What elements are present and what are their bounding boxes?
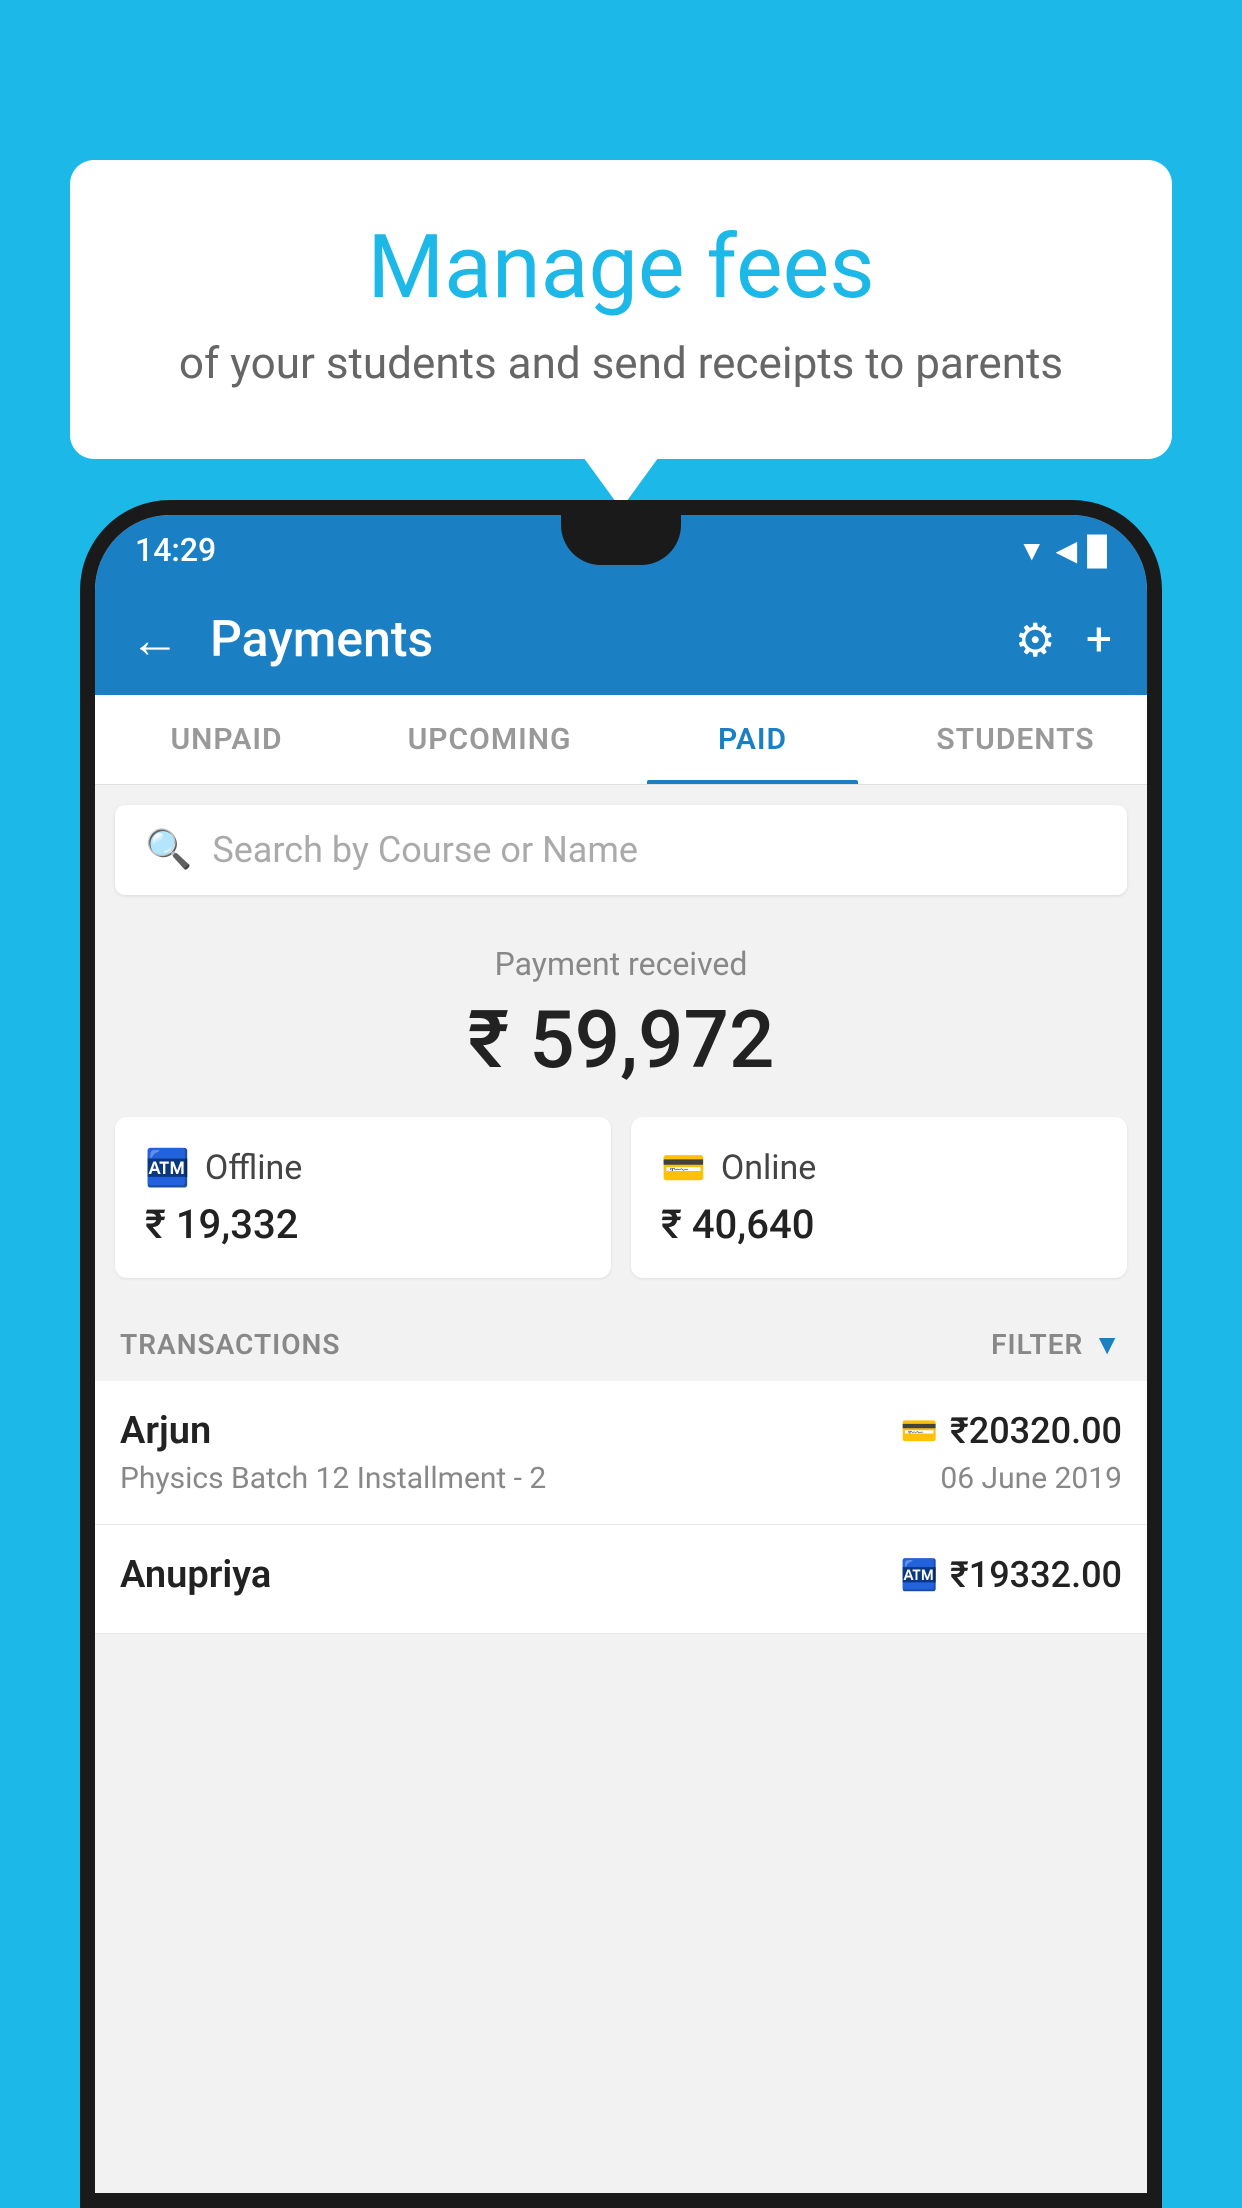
transactions-header: TRANSACTIONS FILTER ▼ <box>95 1308 1147 1381</box>
search-bar[interactable]: 🔍 Search by Course or Name <box>115 805 1127 895</box>
offline-card-header: 🏧 Offline <box>145 1147 581 1189</box>
search-placeholder: Search by Course or Name <box>212 829 638 871</box>
online-icon: 💳 <box>661 1147 706 1189</box>
filter-icon: ▼ <box>1093 1328 1122 1361</box>
app-bar: ← Payments ⚙ + <box>95 585 1147 695</box>
filter-label: FILTER <box>991 1328 1083 1361</box>
phone-notch <box>561 515 681 565</box>
filter-button[interactable]: FILTER ▼ <box>991 1328 1122 1361</box>
transaction-amount-row: 🏧 ₹19332.00 <box>901 1554 1122 1596</box>
wifi-icon: ▼ <box>1018 534 1046 567</box>
app-bar-title: Payments <box>210 611 985 669</box>
payment-summary: Payment received ₹ 59,972 <box>95 915 1147 1117</box>
payment-cards: 🏧 Offline ₹ 19,332 💳 Online ₹ 40,640 <box>95 1117 1147 1308</box>
payment-received-label: Payment received <box>115 945 1127 983</box>
transaction-item[interactable]: Anupriya 🏧 ₹19332.00 <box>95 1525 1147 1634</box>
tab-students[interactable]: STUDENTS <box>884 695 1147 784</box>
tab-unpaid[interactable]: UNPAID <box>95 695 358 784</box>
search-icon: 🔍 <box>145 828 192 872</box>
transaction-item[interactable]: Arjun 💳 ₹20320.00 Physics Batch 12 Insta… <box>95 1381 1147 1525</box>
main-title: Manage fees <box>150 220 1092 317</box>
transaction-row2: Physics Batch 12 Installment - 2 06 June… <box>120 1461 1122 1496</box>
settings-icon[interactable]: ⚙ <box>1015 613 1056 668</box>
transaction-amount: ₹20320.00 <box>950 1410 1122 1452</box>
transaction-row1: Anupriya 🏧 ₹19332.00 <box>120 1553 1122 1597</box>
online-card: 💳 Online ₹ 40,640 <box>631 1117 1127 1278</box>
phone-screen: 14:29 ▼ ◀ █ ← Payments ⚙ + UNPAID UPCOMI… <box>95 515 1147 2193</box>
payment-type-icon: 💳 <box>901 1414 938 1449</box>
status-bar: 14:29 ▼ ◀ █ <box>95 515 1147 585</box>
payment-type-icon: 🏧 <box>901 1558 938 1593</box>
status-time: 14:29 <box>135 531 216 569</box>
offline-amount: ₹ 19,332 <box>145 1201 581 1248</box>
transactions-label: TRANSACTIONS <box>120 1328 340 1361</box>
phone-frame: 14:29 ▼ ◀ █ ← Payments ⚙ + UNPAID UPCOMI… <box>80 500 1162 2208</box>
online-card-header: 💳 Online <box>661 1147 1097 1189</box>
signal-icon: ◀ <box>1056 534 1078 567</box>
speech-bubble: Manage fees of your students and send re… <box>70 160 1172 459</box>
status-icons: ▼ ◀ █ <box>1018 534 1107 567</box>
back-button[interactable]: ← <box>130 611 180 670</box>
transaction-name: Anupriya <box>120 1553 271 1597</box>
speech-bubble-container: Manage fees of your students and send re… <box>70 160 1172 459</box>
transaction-amount: ₹19332.00 <box>950 1554 1122 1596</box>
tab-upcoming[interactable]: UPCOMING <box>358 695 621 784</box>
transaction-row1: Arjun 💳 ₹20320.00 <box>120 1409 1122 1453</box>
online-amount: ₹ 40,640 <box>661 1201 1097 1248</box>
battery-icon: █ <box>1087 534 1107 567</box>
main-subtitle: of your students and send receipts to pa… <box>150 337 1092 389</box>
content-area: 🔍 Search by Course or Name Payment recei… <box>95 785 1147 1634</box>
offline-card: 🏧 Offline ₹ 19,332 <box>115 1117 611 1278</box>
tabs-container: UNPAID UPCOMING PAID STUDENTS <box>95 695 1147 785</box>
tab-paid[interactable]: PAID <box>621 695 884 784</box>
transaction-course: Physics Batch 12 Installment - 2 <box>120 1461 546 1496</box>
payment-received-amount: ₹ 59,972 <box>115 993 1127 1087</box>
online-label: Online <box>721 1148 817 1188</box>
app-bar-actions: ⚙ + <box>1015 613 1112 668</box>
transaction-name: Arjun <box>120 1409 211 1453</box>
transaction-amount-row: 💳 ₹20320.00 <box>901 1410 1122 1452</box>
offline-label: Offline <box>205 1148 302 1188</box>
transaction-date: 06 June 2019 <box>940 1461 1122 1496</box>
offline-icon: 🏧 <box>145 1147 190 1189</box>
add-icon[interactable]: + <box>1086 613 1112 667</box>
